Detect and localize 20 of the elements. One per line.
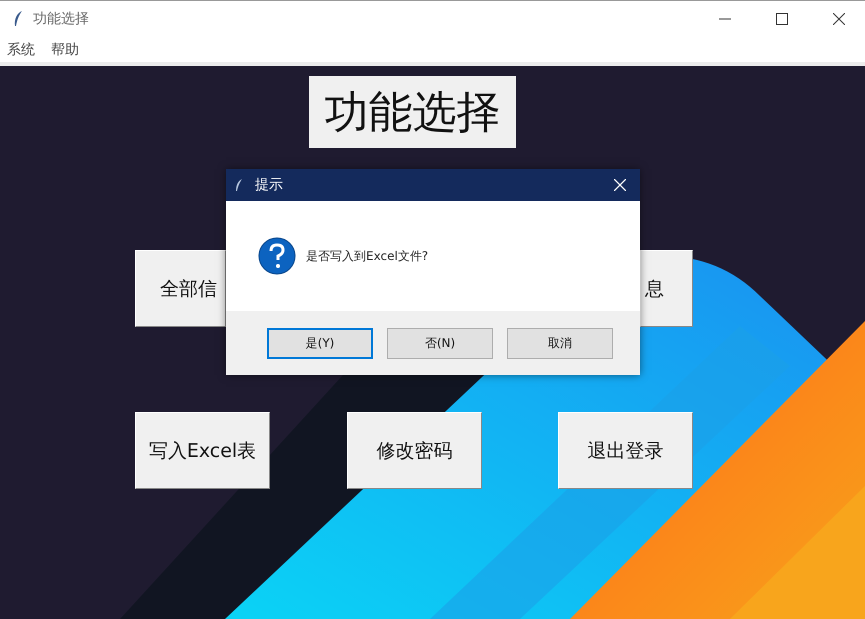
close-icon[interactable]	[833, 13, 845, 25]
heading-label: 功能选择	[309, 76, 516, 148]
dialog-title: 提示	[255, 176, 283, 194]
minimize-icon[interactable]	[719, 18, 731, 20]
maximize-icon[interactable]	[776, 13, 788, 25]
menu-item[interactable]: 系统	[7, 40, 35, 58]
window-title: 功能选择	[33, 10, 89, 28]
feather-icon	[235, 178, 243, 192]
question-icon	[258, 237, 296, 275]
feather-icon	[13, 10, 23, 28]
dialog-button[interactable]: 取消	[507, 328, 613, 358]
menu-item[interactable]: 帮助	[51, 40, 79, 58]
function-button[interactable]: 息	[640, 250, 693, 327]
dialog-message: 是否写入到Excel文件?	[306, 248, 428, 264]
dialog-button[interactable]: 否(N)	[387, 328, 493, 358]
function-button[interactable]: 写入Excel表	[135, 412, 270, 489]
dialog-button[interactable]: 是(Y)	[267, 328, 373, 358]
function-button[interactable]: 修改密码	[347, 412, 482, 489]
function-button[interactable]: 全部信	[135, 250, 226, 327]
function-button[interactable]: 退出登录	[558, 412, 693, 489]
